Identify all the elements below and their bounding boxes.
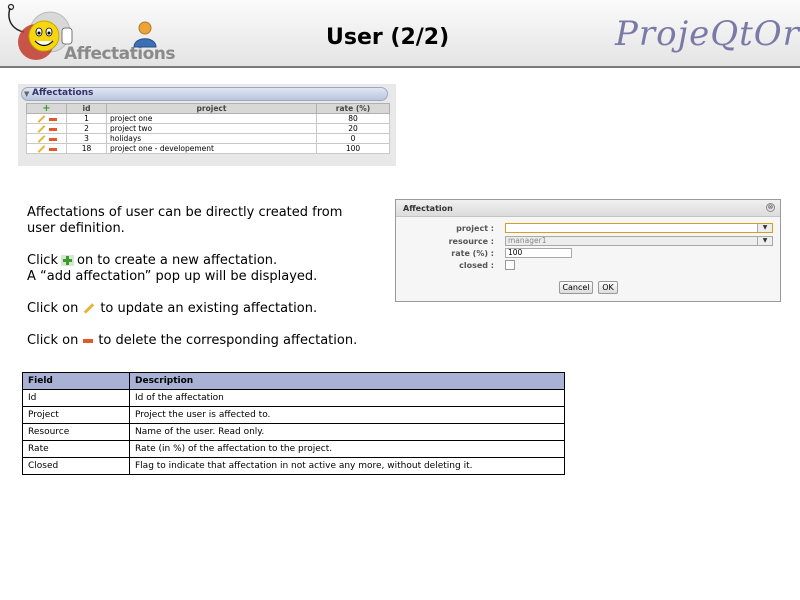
column-header-field: Field xyxy=(22,372,130,390)
affectations-panel: ▼ Affectations + id project rate (%) 1 p… xyxy=(18,84,396,166)
affectations-panel-header[interactable]: ▼ Affectations xyxy=(21,87,388,101)
row-project: project one - developement xyxy=(106,143,317,154)
add-affectation-button[interactable]: + xyxy=(26,103,67,114)
pencil-icon[interactable] xyxy=(37,145,45,153)
field-name: Project xyxy=(22,406,130,424)
field-name: Id xyxy=(22,389,130,407)
row-rate: 20 xyxy=(316,123,390,134)
pencil-icon[interactable] xyxy=(37,135,45,143)
row-project: holidays xyxy=(106,133,317,144)
field-name: Resource xyxy=(22,423,130,441)
description-delete-line: Click on to delete the corresponding affe… xyxy=(27,333,387,349)
closed-label: closed : xyxy=(459,261,494,270)
description-line: user definition. xyxy=(27,221,125,236)
column-header-description: Description xyxy=(129,372,565,390)
table-row: Id Id of the affectation xyxy=(22,389,565,407)
table-row: Rate Rate (in %) of the affectation to t… xyxy=(22,440,565,458)
table-row[interactable]: 18 project one - developement 100 xyxy=(26,143,390,154)
resource-label: resource : xyxy=(448,237,494,246)
close-icon[interactable]: ⊗ xyxy=(766,203,775,212)
description-text-fragment: to delete the corresponding affectation. xyxy=(98,333,358,348)
plus-icon xyxy=(60,255,74,266)
row-project: project two xyxy=(106,123,317,134)
description-text-fragment: on to create a new affectation. xyxy=(76,253,278,268)
minus-icon[interactable] xyxy=(48,117,57,121)
row-actions xyxy=(26,113,67,124)
header-icon-label: Affectations xyxy=(64,44,176,64)
table-row: Project Project the user is affected to. xyxy=(22,406,565,424)
dialog-titlebar[interactable]: Affectation ⊗ xyxy=(396,200,780,217)
description-line: Affectations of user can be directly cre… xyxy=(27,205,343,220)
field-description: Rate (in %) of the affectation to the pr… xyxy=(129,440,565,458)
rate-input[interactable]: 100 xyxy=(505,248,572,258)
description-text-fragment: Click on xyxy=(27,333,79,348)
table-header-row: + id project rate (%) xyxy=(26,103,390,114)
field-name: Closed xyxy=(22,457,130,475)
affectations-table: + id project rate (%) 1 project one 80 2… xyxy=(26,103,390,154)
row-id: 3 xyxy=(66,133,107,144)
fields-table: Field Description Id Id of the affectati… xyxy=(22,372,565,475)
dialog-title: Affectation xyxy=(403,204,453,213)
project-label: project : xyxy=(456,224,494,233)
row-id: 18 xyxy=(66,143,107,154)
table-row: Resource Name of the user. Read only. xyxy=(22,423,565,441)
field-description: Name of the user. Read only. xyxy=(129,423,565,441)
table-row[interactable]: 1 project one 80 xyxy=(26,113,390,124)
column-header-rate[interactable]: rate (%) xyxy=(316,103,390,114)
description-text: Affectations of user can be directly cre… xyxy=(27,205,387,349)
field-name: Rate xyxy=(22,440,130,458)
row-actions xyxy=(26,143,67,154)
pencil-icon[interactable] xyxy=(37,115,45,123)
row-actions xyxy=(26,133,67,144)
minus-icon[interactable] xyxy=(48,147,57,151)
user-icon xyxy=(133,21,157,48)
table-row[interactable]: 3 holidays 0 xyxy=(26,133,390,144)
table-row: Closed Flag to indicate that affectation… xyxy=(22,457,565,475)
minus-icon[interactable] xyxy=(48,137,57,141)
description-add-line: Click on to create a new affectation. xyxy=(27,253,387,269)
pencil-icon xyxy=(84,303,95,314)
table-header-row: Field Description xyxy=(22,372,565,390)
plus-icon[interactable]: + xyxy=(42,104,50,114)
collapse-arrow-icon[interactable]: ▼ xyxy=(24,90,29,98)
table-row[interactable]: 2 project two 20 xyxy=(26,123,390,134)
project-select[interactable]: ▼ xyxy=(505,223,773,233)
description-text-fragment: Click xyxy=(27,253,58,268)
row-rate: 100 xyxy=(316,143,390,154)
field-description: Project the user is affected to. xyxy=(129,406,565,424)
row-project: project one xyxy=(106,113,317,124)
cancel-button[interactable]: Cancel xyxy=(559,281,593,294)
row-rate: 0 xyxy=(316,133,390,144)
header-bar: Affectations User (2/2) ProjeQtOr xyxy=(0,0,800,68)
resource-select[interactable]: manager1 ▼ xyxy=(505,236,773,246)
closed-checkbox[interactable] xyxy=(505,260,515,270)
resource-select-value: manager1 xyxy=(508,236,547,245)
column-header-id[interactable]: id xyxy=(66,103,107,114)
column-header-project[interactable]: project xyxy=(106,103,317,114)
row-id: 2 xyxy=(66,123,107,134)
row-rate: 80 xyxy=(316,113,390,124)
row-actions xyxy=(26,123,67,134)
description-update-line: Click on to update an existing affectatio… xyxy=(27,301,387,317)
field-description: Flag to indicate that affectation in not… xyxy=(129,457,565,475)
field-description: Id of the affectation xyxy=(129,389,565,407)
description-text-fragment: Click on xyxy=(27,301,79,316)
description-line: A “add affectation” pop up will be displ… xyxy=(27,269,318,284)
minus-icon[interactable] xyxy=(48,127,57,131)
brand-logo-text: ProjeQtOr xyxy=(615,14,800,54)
affectations-panel-title: Affectations xyxy=(32,88,94,98)
row-id: 1 xyxy=(66,113,107,124)
chevron-down-icon[interactable]: ▼ xyxy=(757,237,772,245)
chevron-down-icon[interactable]: ▼ xyxy=(757,224,772,232)
affectation-dialog: Affectation ⊗ project : ▼ resource : man… xyxy=(395,199,781,302)
ok-button[interactable]: OK xyxy=(598,281,618,294)
pencil-icon[interactable] xyxy=(37,125,45,133)
rate-label: rate (%) : xyxy=(451,249,494,258)
page-title: User (2/2) xyxy=(326,25,450,50)
minus-icon xyxy=(83,338,94,343)
description-text-fragment: to update an existing affectation. xyxy=(100,301,318,316)
